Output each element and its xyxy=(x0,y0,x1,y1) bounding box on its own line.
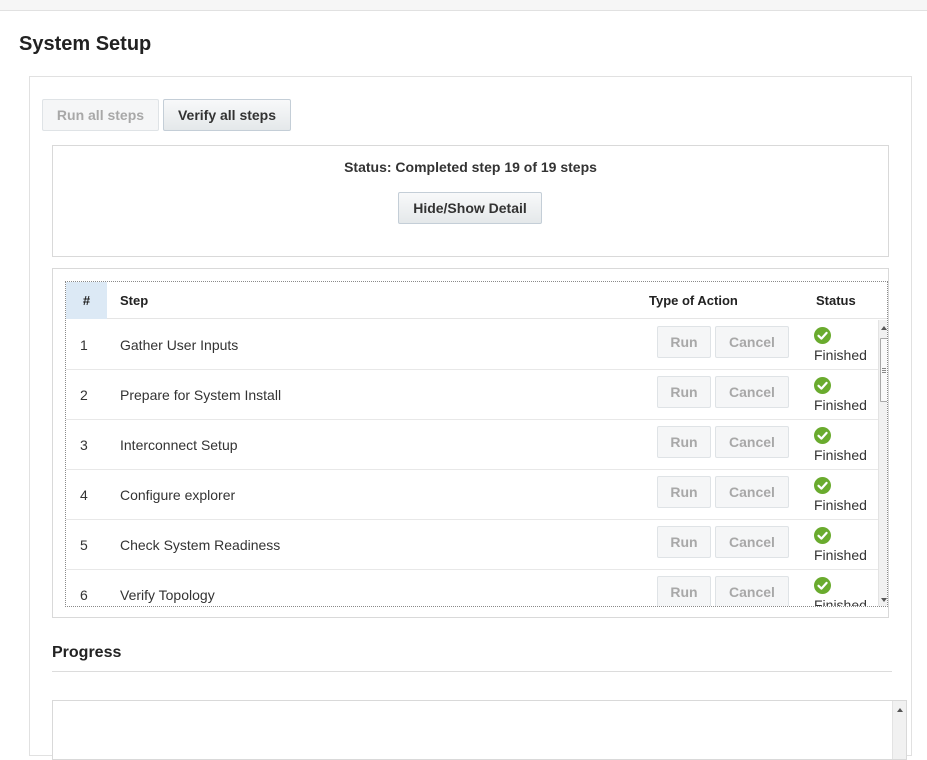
table-scrollbar[interactable] xyxy=(878,320,887,606)
scrollbar-thumb[interactable] xyxy=(880,338,887,402)
progress-scrollbar[interactable] xyxy=(892,701,906,759)
row-run-button[interactable]: Run xyxy=(657,476,711,508)
table-header: # Step Type of Action Status xyxy=(66,282,887,319)
row-run-button[interactable]: Run xyxy=(657,326,711,358)
row-number: 4 xyxy=(80,487,88,503)
column-header-step[interactable]: Step xyxy=(120,282,148,319)
row-status: Finished xyxy=(814,447,867,463)
check-circle-icon xyxy=(814,377,831,394)
row-run-button[interactable]: Run xyxy=(657,576,711,606)
row-number: 3 xyxy=(80,437,88,453)
row-run-button[interactable]: Run xyxy=(657,376,711,408)
table-body: 1 Gather User Inputs Run Cancel Finished… xyxy=(66,320,878,607)
row-number: 5 xyxy=(80,537,88,553)
run-all-steps-button[interactable]: Run all steps xyxy=(42,99,159,131)
row-step-name: Check System Readiness xyxy=(120,537,281,553)
column-header-status[interactable]: Status xyxy=(816,282,856,319)
progress-heading: Progress xyxy=(52,644,122,661)
scroll-up-arrow-icon[interactable] xyxy=(897,708,903,712)
row-cancel-button[interactable]: Cancel xyxy=(715,426,789,458)
progress-divider xyxy=(52,671,892,672)
row-status: Finished xyxy=(814,397,867,413)
column-header-type-of-action[interactable]: Type of Action xyxy=(649,282,738,319)
check-circle-icon xyxy=(814,577,831,594)
hide-show-detail-button[interactable]: Hide/Show Detail xyxy=(398,192,542,224)
row-step-name: Verify Topology xyxy=(120,587,215,603)
row-status: Finished xyxy=(814,347,867,363)
system-setup-page: System Setup Run all steps Verify all st… xyxy=(0,11,927,760)
top-strip xyxy=(0,0,927,11)
progress-log-area[interactable] xyxy=(52,700,907,760)
row-status: Finished xyxy=(814,597,867,607)
row-cancel-button[interactable]: Cancel xyxy=(715,576,789,606)
column-header-number[interactable]: # xyxy=(66,282,107,319)
check-circle-icon xyxy=(814,477,831,494)
row-step-name: Configure explorer xyxy=(120,487,236,503)
table-row: 1 Gather User Inputs Run Cancel Finished xyxy=(66,320,878,370)
row-step-name: Gather User Inputs xyxy=(120,337,239,353)
status-text: Status: Completed step 19 of 19 steps xyxy=(344,159,597,175)
scroll-down-arrow-icon[interactable] xyxy=(881,598,887,602)
row-step-name: Interconnect Setup xyxy=(120,437,238,453)
steps-table: # Step Type of Action Status 1 Gather Us… xyxy=(65,281,888,607)
page-title: System Setup xyxy=(19,33,152,55)
table-row: 6 Verify Topology Run Cancel Finished xyxy=(66,570,878,607)
check-circle-icon xyxy=(814,327,831,344)
row-status: Finished xyxy=(814,497,867,513)
row-cancel-button[interactable]: Cancel xyxy=(715,376,789,408)
row-status: Finished xyxy=(814,547,867,563)
row-step-name: Prepare for System Install xyxy=(120,387,282,403)
verify-all-steps-button[interactable]: Verify all steps xyxy=(163,99,291,131)
table-row: 4 Configure explorer Run Cancel Finished xyxy=(66,470,878,520)
scrollbar-grip-icon xyxy=(882,368,886,369)
table-row: 3 Interconnect Setup Run Cancel Finished xyxy=(66,420,878,470)
row-number: 6 xyxy=(80,587,88,603)
scroll-up-arrow-icon[interactable] xyxy=(881,326,887,330)
check-circle-icon xyxy=(814,427,831,444)
row-cancel-button[interactable]: Cancel xyxy=(715,476,789,508)
row-run-button[interactable]: Run xyxy=(657,526,711,558)
status-panel: Status: Completed step 19 of 19 steps Hi… xyxy=(52,145,889,257)
table-row: 5 Check System Readiness Run Cancel Fini… xyxy=(66,520,878,570)
row-number: 1 xyxy=(80,337,88,353)
table-row: 2 Prepare for System Install Run Cancel … xyxy=(66,370,878,420)
row-run-button[interactable]: Run xyxy=(657,426,711,458)
row-cancel-button[interactable]: Cancel xyxy=(715,326,789,358)
steps-table-panel: # Step Type of Action Status 1 Gather Us… xyxy=(52,268,889,618)
row-number: 2 xyxy=(80,387,88,403)
check-circle-icon xyxy=(814,527,831,544)
row-cancel-button[interactable]: Cancel xyxy=(715,526,789,558)
